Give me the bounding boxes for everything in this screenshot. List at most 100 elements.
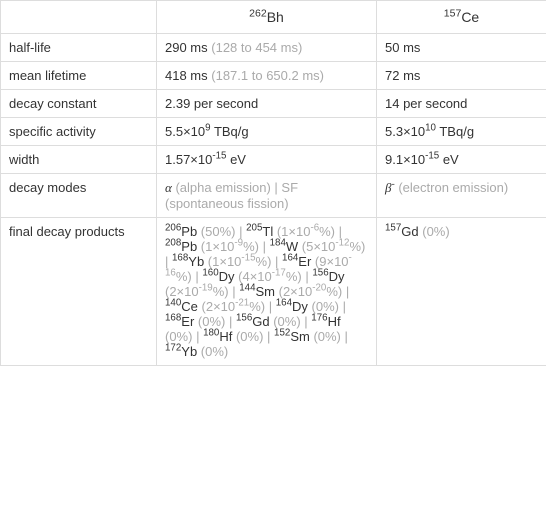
mass-number: 164 — [276, 298, 292, 309]
element-symbol: Sm — [290, 329, 313, 344]
mass-number: 184 — [270, 238, 286, 249]
element-symbol: Ce — [461, 9, 479, 25]
mass-number: 156 — [236, 313, 252, 324]
element-symbol: Ce — [181, 299, 201, 314]
element-symbol: Pb — [181, 224, 201, 239]
row-specific-activity: specific activity 5.5×109 TBq/g 5.3×1010… — [1, 118, 546, 146]
mass-number: 144 — [239, 283, 255, 294]
percentage: (50%) — [201, 224, 236, 239]
mass-number: 172 — [165, 343, 181, 354]
header-col2: 157Ce — [377, 1, 546, 34]
separator: | — [259, 239, 270, 254]
cell-decay-modes-1: α (alpha emission) | SF (spontaneous fis… — [157, 174, 377, 218]
percentage: (0%) — [313, 329, 340, 344]
mass-number: 180 — [203, 328, 219, 339]
separator: | — [339, 299, 346, 314]
cell-half-life-2: 50 ms — [377, 34, 546, 62]
cell-specific-activity-2: 5.3×1010 TBq/g — [377, 118, 546, 146]
cell-decay-constant-2: 14 per second — [377, 90, 546, 118]
value-post: eV — [226, 152, 246, 167]
element-symbol: Dy — [292, 299, 312, 314]
header-row: 262Bh 157Ce — [1, 1, 546, 34]
mass-number: 262 — [249, 7, 267, 19]
row-mean-lifetime: mean lifetime 418 ms (187.1 to 650.2 ms)… — [1, 62, 546, 90]
mass-number: 168 — [172, 253, 188, 264]
value-post: eV — [439, 152, 459, 167]
value-pre: 9.1×10 — [385, 152, 425, 167]
row-label: width — [1, 146, 157, 174]
mass-number: 140 — [165, 298, 181, 309]
value-pre: 5.3×10 — [385, 124, 425, 139]
element-symbol: Er — [181, 314, 198, 329]
mass-number: 176 — [311, 313, 327, 324]
value: 50 ms — [385, 40, 420, 55]
element-symbol: Dy — [329, 269, 345, 284]
element-symbol: Bh — [267, 9, 284, 25]
value-exp: 10 — [425, 123, 436, 134]
separator: | — [342, 284, 349, 299]
mass-number: 168 — [165, 313, 181, 324]
cell-mean-lifetime-1: 418 ms (187.1 to 650.2 ms) — [157, 62, 377, 90]
cell-half-life-1: 290 ms (128 to 454 ms) — [157, 34, 377, 62]
cell-final-decay-2: 157Gd (0%) — [377, 218, 546, 366]
separator: | — [341, 329, 348, 344]
row-final-decay-products: final decay products 206Pb (50%) | 205Tl… — [1, 218, 546, 366]
mass-number: 156 — [312, 268, 328, 279]
row-decay-constant: decay constant 2.39 per second 14 per se… — [1, 90, 546, 118]
separator: | — [263, 329, 274, 344]
percentage: (2×10-21%) — [202, 299, 266, 314]
cell-specific-activity-1: 5.5×109 TBq/g — [157, 118, 377, 146]
cell-width-2: 9.1×10-15 eV — [377, 146, 546, 174]
row-label: decay modes — [1, 174, 157, 218]
element-symbol: Dy — [219, 269, 239, 284]
separator: | — [302, 269, 313, 284]
cell-mean-lifetime-2: 72 ms — [377, 62, 546, 90]
separator: | — [192, 329, 203, 344]
row-label: half-life — [1, 34, 157, 62]
element-symbol: Gd — [252, 314, 273, 329]
percentage: (5×10-12%) — [302, 239, 366, 254]
mass-number: 164 — [282, 253, 298, 264]
element-symbol: Yb — [181, 344, 201, 359]
value: 72 ms — [385, 68, 420, 83]
row-label: decay constant — [1, 90, 157, 118]
cell-decay-modes-2: β- (electron emission) — [377, 174, 546, 218]
value-post: TBq/g — [436, 124, 474, 139]
row-decay-modes: decay modes α (alpha emission) | SF (spo… — [1, 174, 546, 218]
cell-final-decay-1: 206Pb (50%) | 205Tl (1×10-6%) | 208Pb (1… — [157, 218, 377, 366]
mass-number: 152 — [274, 328, 290, 339]
mass-number: 160 — [202, 268, 218, 279]
separator: | — [265, 299, 276, 314]
range: (128 to 454 ms) — [211, 40, 302, 55]
row-label: specific activity — [1, 118, 157, 146]
decay-text: (alpha emission) | SF (spontaneous fissi… — [165, 180, 298, 211]
value: 290 ms — [165, 40, 208, 55]
value-post: TBq/g — [211, 124, 249, 139]
percentage: (0%) — [236, 329, 263, 344]
row-label: final decay products — [1, 218, 157, 366]
header-col1: 262Bh — [157, 1, 377, 34]
header-empty — [1, 1, 157, 34]
element-symbol: Gd — [401, 224, 422, 239]
mass-number: 208 — [165, 238, 181, 249]
decay-symbol: α — [165, 180, 172, 195]
value-pre: 1.57×10 — [165, 152, 212, 167]
percentage: (0%) — [422, 224, 449, 239]
mass-number: 157 — [444, 7, 462, 19]
mass-number: 205 — [246, 223, 262, 234]
mass-number: 157 — [385, 223, 401, 234]
row-label: mean lifetime — [1, 62, 157, 90]
properties-table: 262Bh 157Ce half-life 290 ms (128 to 454… — [0, 0, 546, 366]
decay-text: (electron emission) — [395, 180, 508, 195]
range: (187.1 to 650.2 ms) — [211, 68, 324, 83]
separator: | — [301, 314, 312, 329]
value-exp: -15 — [425, 151, 439, 162]
row-half-life: half-life 290 ms (128 to 454 ms) 50 ms — [1, 34, 546, 62]
element-symbol: Hf — [219, 329, 236, 344]
value: 418 ms — [165, 68, 208, 83]
percentage: (0%) — [201, 344, 228, 359]
cell-decay-constant-1: 2.39 per second — [157, 90, 377, 118]
mass-number: 206 — [165, 223, 181, 234]
value-exp: -15 — [212, 151, 226, 162]
row-width: width 1.57×10-15 eV 9.1×10-15 eV — [1, 146, 546, 174]
